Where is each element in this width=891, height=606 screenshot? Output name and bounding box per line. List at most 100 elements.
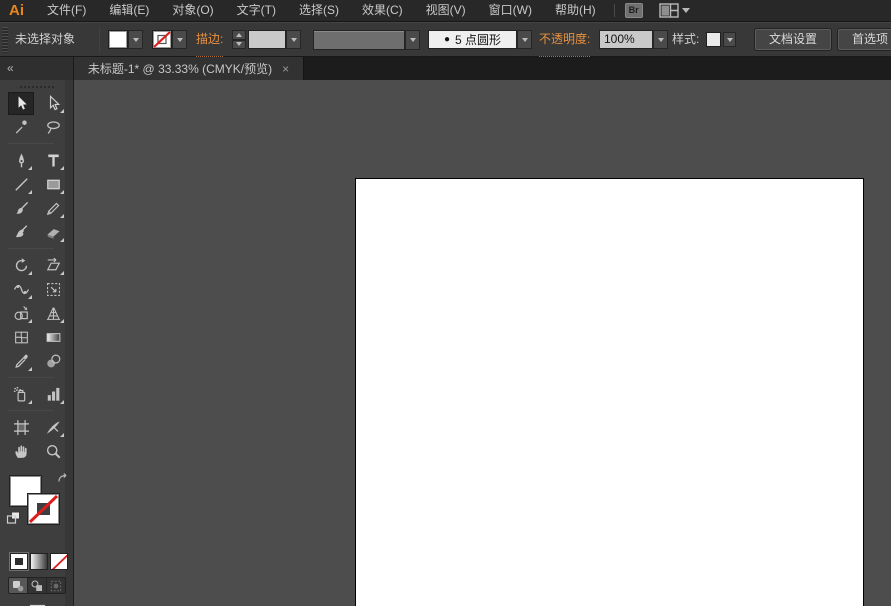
- menu-file[interactable]: 文件(F): [40, 0, 93, 22]
- selection-tool[interactable]: [8, 92, 34, 115]
- menu-view[interactable]: 视图(V): [419, 0, 473, 22]
- magic-wand-icon: [13, 119, 30, 136]
- paintbrush-tool[interactable]: [8, 197, 34, 220]
- column-graph-icon: [45, 386, 62, 403]
- column-graph-tool[interactable]: [40, 383, 66, 406]
- none-slash-icon: [153, 31, 171, 48]
- selection-status: 未选择对象: [15, 32, 76, 46]
- selection-tool-icon: [13, 95, 30, 112]
- preferences-button[interactable]: 首选项: [838, 29, 891, 50]
- draw-behind-icon: [31, 580, 43, 592]
- gradient-tool[interactable]: [40, 326, 66, 349]
- symbol-sprayer-tool[interactable]: [8, 383, 34, 406]
- workspace-switcher[interactable]: [659, 3, 690, 18]
- line-segment-tool[interactable]: [8, 173, 34, 196]
- slice-tool[interactable]: [40, 416, 66, 439]
- opacity-input[interactable]: 100%: [599, 30, 653, 49]
- pen-tool[interactable]: [8, 149, 34, 172]
- draw-inside-icon: [50, 580, 62, 592]
- gradient-button[interactable]: [30, 553, 48, 570]
- blob-brush-tool[interactable]: [8, 221, 34, 244]
- tab-bar: « 未标题-1* @ 33.33% (CMYK/预览) ×: [0, 57, 891, 80]
- brush-definition-dropdown[interactable]: [517, 30, 532, 49]
- ai-logo-icon: Ai: [9, 2, 24, 19]
- none-button[interactable]: [50, 553, 68, 570]
- rectangle-tool[interactable]: [40, 173, 66, 196]
- hand-icon: [13, 443, 30, 460]
- none-slash-icon: [29, 495, 58, 523]
- mesh-tool[interactable]: [8, 326, 34, 349]
- pencil-tool[interactable]: [40, 197, 66, 220]
- artboard[interactable]: [355, 178, 864, 606]
- shape-builder-tool[interactable]: [8, 302, 34, 325]
- document-setup-button[interactable]: 文档设置: [755, 29, 831, 50]
- perspective-grid-tool[interactable]: [40, 302, 66, 325]
- stroke-weight-stepper[interactable]: [232, 30, 246, 49]
- direct-selection-tool[interactable]: [40, 92, 66, 115]
- artboard-tool-icon: [13, 419, 30, 436]
- menu-effect[interactable]: 效果(C): [355, 0, 410, 22]
- mesh-icon: [13, 329, 30, 346]
- document-tab-title: 未标题-1* @ 33.33% (CMYK/预览): [87, 62, 273, 76]
- chevron-down-icon: [521, 37, 528, 42]
- close-icon[interactable]: ×: [282, 63, 289, 75]
- stroke-color-dropdown[interactable]: [172, 30, 187, 49]
- scale-tool[interactable]: [40, 254, 66, 277]
- draw-normal-button[interactable]: [9, 578, 28, 593]
- none-slash-icon: [51, 554, 68, 570]
- eyedropper-tool[interactable]: [8, 350, 34, 373]
- stepper-down-icon[interactable]: [232, 39, 246, 49]
- eyedropper-icon: [13, 353, 30, 370]
- panel-drag-grip[interactable]: [19, 86, 54, 88]
- fill-color-swatch[interactable]: [108, 30, 128, 49]
- brush-definition-value: 5 点圆形: [455, 33, 502, 47]
- panel-grip[interactable]: [2, 27, 8, 53]
- menu-edit[interactable]: 编辑(E): [102, 0, 156, 22]
- blend-icon: [45, 353, 62, 370]
- style-dropdown[interactable]: [723, 32, 736, 47]
- hand-tool[interactable]: [8, 440, 34, 463]
- free-transform-tool[interactable]: [40, 278, 66, 301]
- width-tool[interactable]: [8, 278, 34, 301]
- zoom-tool[interactable]: [40, 440, 66, 463]
- magic-wand-tool[interactable]: [8, 116, 34, 139]
- fill-color-dropdown[interactable]: [128, 30, 143, 49]
- color-button[interactable]: [10, 553, 28, 570]
- width-profile-preview[interactable]: [313, 30, 405, 50]
- draw-behind-button[interactable]: [28, 578, 47, 593]
- menu-help[interactable]: 帮助(H): [548, 0, 603, 22]
- menu-object[interactable]: 对象(O): [165, 0, 220, 22]
- canvas-area[interactable]: [75, 80, 891, 606]
- eraser-icon: [45, 224, 62, 241]
- default-fill-stroke-icon[interactable]: [6, 511, 21, 525]
- bridge-button[interactable]: Br: [624, 3, 643, 18]
- document-tab[interactable]: 未标题-1* @ 33.33% (CMYK/预览) ×: [74, 57, 304, 80]
- blend-tool[interactable]: [40, 350, 66, 373]
- artboard-tool[interactable]: [8, 416, 34, 439]
- draw-inside-button[interactable]: [47, 578, 65, 593]
- stepper-up-icon[interactable]: [232, 30, 246, 40]
- stroke-color-swatch[interactable]: [152, 30, 172, 49]
- tool-divider: [8, 377, 54, 378]
- drawing-mode-row: [8, 577, 66, 594]
- rotate-tool[interactable]: [8, 254, 34, 277]
- stroke-panel-link[interactable]: 描边:: [196, 23, 224, 57]
- swap-fill-stroke-icon[interactable]: [56, 471, 70, 483]
- lasso-tool[interactable]: [40, 116, 66, 139]
- brush-definition-field[interactable]: ● 5 点圆形: [428, 30, 517, 49]
- type-tool[interactable]: [40, 149, 66, 172]
- style-swatch[interactable]: [706, 32, 721, 47]
- lasso-icon: [45, 119, 62, 136]
- chevron-down-icon: [409, 38, 416, 42]
- eraser-tool[interactable]: [40, 221, 66, 244]
- menu-window[interactable]: 窗口(W): [482, 0, 539, 22]
- width-profile-dropdown[interactable]: [405, 30, 420, 50]
- stroke-proxy-swatch[interactable]: [29, 495, 58, 523]
- menu-select[interactable]: 选择(S): [292, 0, 346, 22]
- stroke-weight-dropdown[interactable]: [286, 30, 301, 49]
- menu-type[interactable]: 文字(T): [230, 0, 283, 22]
- opacity-dropdown[interactable]: [653, 30, 668, 49]
- stroke-weight-input[interactable]: [248, 30, 286, 49]
- opacity-panel-link[interactable]: 不透明度:: [539, 23, 591, 57]
- collapse-panel-button[interactable]: «: [0, 57, 74, 80]
